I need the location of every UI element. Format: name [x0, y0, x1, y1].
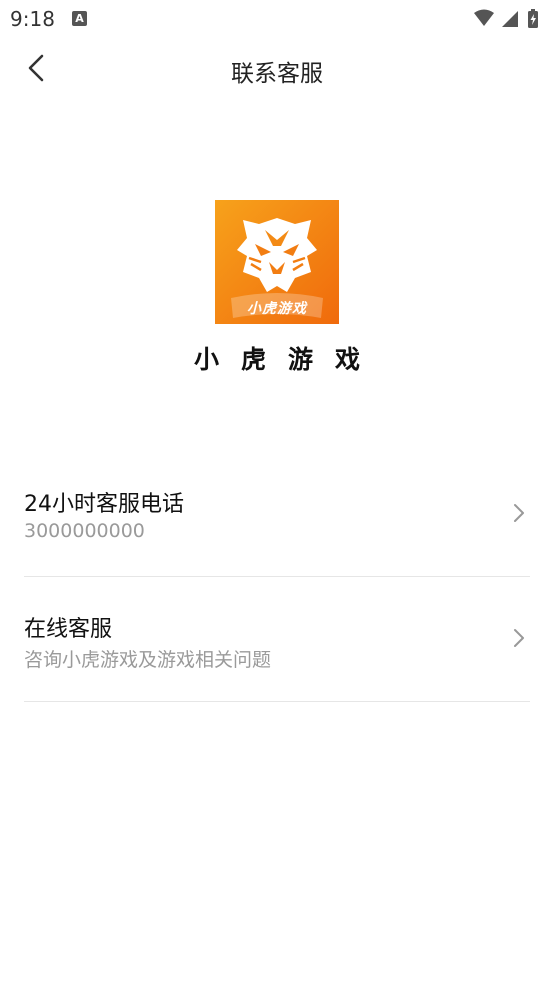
item-title: 24小时客服电话 [24, 492, 184, 517]
item-subtitle: 咨询小虎游戏及游戏相关问题 [24, 649, 272, 671]
logo-text: 小虎游戏 [247, 301, 307, 317]
chevron-right-icon [514, 629, 524, 647]
signal-icon [502, 11, 518, 27]
status-indicators [472, 8, 544, 30]
list-item-online-support[interactable]: 在线客服 咨询小虎游戏及游戏相关问题 [24, 577, 530, 702]
item-subtitle: 3000000000 [24, 520, 145, 542]
page-title: 联系客服 [231, 61, 323, 87]
battery-icon [528, 9, 538, 28]
list-item-hotline[interactable]: 24小时客服电话 3000000000 [24, 452, 530, 577]
contact-list: 24小时客服电话 3000000000 在线客服 咨询小虎游戏及游戏相关问题 [24, 452, 530, 702]
app-logo: 小虎游戏 [215, 200, 339, 324]
contact-support-page: 9:18 A 联系客服 小虎游戏 小虎游戏 24小时客服电话 300000000… [0, 0, 554, 985]
top-app-bar: 联系客服 [0, 40, 554, 100]
status-time: 9:18 [10, 7, 55, 31]
notification-icon: A [72, 11, 87, 26]
app-name: 小虎游戏 [193, 345, 382, 374]
chevron-right-icon [514, 504, 524, 522]
status-bar: 9:18 A [0, 0, 554, 40]
wifi-icon [474, 9, 494, 26]
item-title: 在线客服 [24, 617, 113, 642]
